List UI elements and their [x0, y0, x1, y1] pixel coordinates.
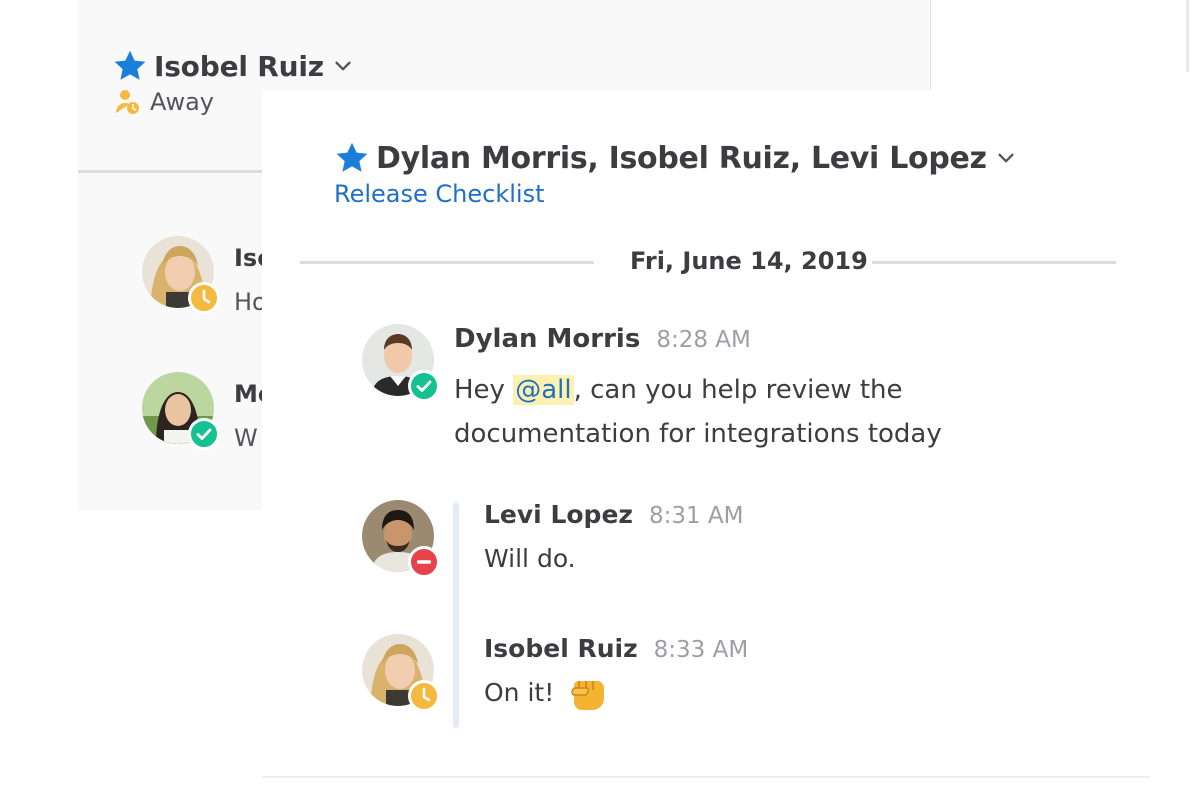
back-message-item[interactable]: Mc W	[142, 372, 272, 452]
avatar[interactable]	[142, 372, 220, 450]
date-label: Fri, June 14, 2019	[630, 247, 868, 275]
presence-status-text: Away	[150, 88, 214, 116]
message-timestamp[interactable]: 8:33 AM	[654, 637, 749, 663]
message-timestamp[interactable]: 8:31 AM	[649, 503, 744, 529]
star-icon[interactable]	[112, 48, 148, 84]
front-chat-window: Dylan Morris, Isobel Ruiz, Levi Lopez Re…	[262, 90, 1190, 812]
window-bottom-divider	[262, 776, 1150, 778]
chevron-down-icon[interactable]	[995, 147, 1017, 169]
back-message-item[interactable]: Isc Ho	[142, 236, 271, 316]
channel-purpose-link[interactable]: Release Checklist	[334, 180, 1017, 208]
check-circle-icon	[188, 418, 220, 450]
window-edge	[1186, 0, 1189, 72]
check-circle-icon	[408, 370, 440, 402]
chevron-down-icon[interactable]	[332, 55, 354, 77]
thread-reply[interactable]: Levi Lopez 8:31 AM Will do.	[362, 500, 744, 578]
back-channel-title[interactable]: Isobel Ruiz	[154, 50, 324, 83]
message-author[interactable]: Levi Lopez	[484, 500, 633, 529]
channel-header: Dylan Morris, Isobel Ruiz, Levi Lopez Re…	[334, 140, 1017, 208]
mention-all[interactable]: @all	[513, 375, 574, 405]
message-timestamp[interactable]: 8:28 AM	[656, 327, 751, 353]
star-icon[interactable]	[334, 140, 370, 176]
channel-title[interactable]: Dylan Morris, Isobel Ruiz, Levi Lopez	[376, 141, 987, 176]
message-item[interactable]: Dylan Morris 8:28 AM Hey @all, can you h…	[362, 324, 1104, 456]
away-person-icon	[116, 90, 139, 114]
message-author[interactable]: Isobel Ruiz	[484, 634, 638, 663]
thread-reply[interactable]: Isobel Ruiz 8:33 AM On it!	[362, 634, 748, 712]
message-text: Hey @all, can you help review the docume…	[454, 375, 942, 449]
date-separator: Fri, June 14, 2019	[300, 247, 1116, 276]
clock-icon	[188, 282, 220, 314]
clock-icon	[408, 680, 440, 712]
back-divider	[78, 170, 278, 173]
minus-circle-icon	[408, 546, 440, 578]
avatar[interactable]	[362, 500, 440, 578]
message-author[interactable]: Dylan Morris	[454, 324, 640, 354]
fist-emoji-icon[interactable]	[568, 676, 608, 712]
avatar[interactable]	[362, 634, 440, 712]
message-text: Will do.	[484, 544, 576, 573]
message-text: On it!	[484, 675, 748, 712]
avatar[interactable]	[362, 324, 440, 402]
avatar[interactable]	[142, 236, 220, 314]
